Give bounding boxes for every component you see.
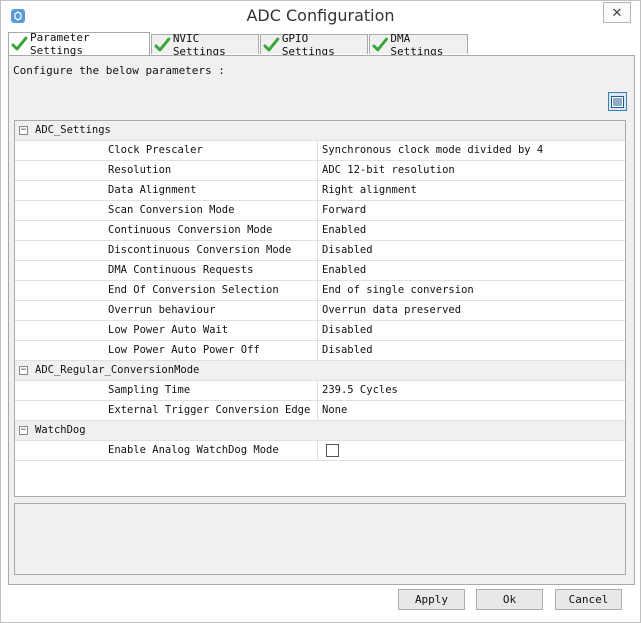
title-bar[interactable]: ADC Configuration ✕ (1, 1, 640, 32)
group-row-watchdog[interactable]: − WatchDog (15, 421, 625, 441)
param-row-enable-analog-watchdog-mode[interactable]: Enable Analog WatchDog Mode (15, 441, 625, 461)
param-name: Clock Prescaler (108, 144, 203, 156)
tab-label: Parameter Settings (29, 31, 90, 57)
param-name: Continuous Conversion Mode (108, 224, 273, 236)
param-row-discontinuous-conversion-mode[interactable]: Discontinuous Conversion Mode Disabled (15, 241, 625, 261)
apply-button[interactable]: Apply (398, 589, 465, 610)
cancel-button[interactable]: Cancel (555, 589, 622, 610)
param-row-sampling-time[interactable]: Sampling Time 239.5 Cycles (15, 381, 625, 401)
param-value[interactable]: Disabled (322, 244, 373, 256)
parameter-description-box (14, 503, 626, 575)
param-value[interactable]: Enabled (322, 224, 366, 236)
tab-label: DMA Settings (390, 31, 444, 58)
group-row-adc-settings[interactable]: − ADC_Settings (15, 121, 625, 141)
check-icon (372, 37, 388, 51)
param-row-end-of-conversion-selection[interactable]: End Of Conversion Selection End of singl… (15, 281, 625, 301)
collapse-icon[interactable]: − (19, 126, 28, 135)
param-value[interactable]: Disabled (322, 324, 373, 336)
tab-label: NVIC Settings (172, 31, 226, 58)
check-icon (154, 37, 171, 51)
group-label: ADC_Settings (35, 124, 111, 136)
tab-strip: Parameter Settings NVIC Settings GPIO Se… (8, 31, 608, 58)
param-row-continuous-conversion-mode[interactable]: Continuous Conversion Mode Enabled (15, 221, 625, 241)
param-value[interactable]: Enabled (322, 264, 366, 276)
param-name: Enable Analog WatchDog Mode (108, 444, 279, 456)
param-value[interactable]: Forward (322, 204, 366, 216)
param-name: Resolution (108, 164, 172, 176)
watchdog-mode-checkbox[interactable] (326, 444, 339, 457)
param-value[interactable]: None (322, 404, 347, 416)
ok-button[interactable]: Ok (476, 589, 543, 610)
collapse-icon[interactable]: − (19, 366, 28, 375)
check-icon (263, 37, 280, 51)
param-row-overrun-behaviour[interactable]: Overrun behaviour Overrun data preserved (15, 301, 625, 321)
param-value[interactable]: Synchronous clock mode divided by 4 (322, 144, 543, 156)
param-value[interactable]: Disabled (322, 344, 373, 356)
adc-configuration-dialog: ADC Configuration ✕ Parameter Settings N… (0, 0, 641, 623)
param-row-clock-prescaler[interactable]: Clock Prescaler Synchronous clock mode d… (15, 141, 625, 161)
param-row-resolution[interactable]: Resolution ADC 12-bit resolution (15, 161, 625, 181)
window-title: ADC Configuration (246, 6, 395, 25)
collapse-icon[interactable]: − (19, 426, 28, 435)
list-view-icon (611, 95, 624, 108)
parameter-settings-panel: Configure the below parameters : − ADC_S… (8, 55, 635, 585)
param-name: Data Alignment (108, 184, 197, 196)
param-row-data-alignment[interactable]: Data Alignment Right alignment (15, 181, 625, 201)
tab-dma-settings[interactable]: DMA Settings (369, 32, 468, 58)
panel-caption: Configure the below parameters : (13, 64, 225, 77)
param-row-low-power-auto-wait[interactable]: Low Power Auto Wait Disabled (15, 321, 625, 341)
tab-gpio-settings[interactable]: GPIO Settings (260, 32, 368, 58)
param-value[interactable]: Right alignment (322, 184, 417, 196)
param-name: Overrun behaviour (108, 304, 216, 316)
parameter-grid: − ADC_Settings Clock Prescaler Synchrono… (14, 120, 626, 497)
param-value[interactable]: End of single conversion (322, 284, 474, 296)
param-value[interactable]: 239.5 Cycles (322, 384, 398, 396)
close-icon: ✕ (611, 4, 623, 20)
list-view-button[interactable] (608, 92, 627, 111)
group-row-adc-regular-conversionmode[interactable]: − ADC_Regular_ConversionMode (15, 361, 625, 381)
param-value[interactable]: ADC 12-bit resolution (322, 164, 455, 176)
group-label: WatchDog (35, 424, 86, 436)
param-value[interactable]: Overrun data preserved (322, 304, 461, 316)
param-name: Sampling Time (108, 384, 191, 396)
param-name: Discontinuous Conversion Mode (108, 244, 292, 256)
close-button[interactable]: ✕ (603, 2, 631, 23)
param-row-low-power-auto-power-off[interactable]: Low Power Auto Power Off Disabled (15, 341, 625, 361)
tab-parameter-settings[interactable]: Parameter Settings (8, 31, 150, 57)
param-name: Low Power Auto Power Off (108, 344, 260, 356)
tab-nvic-settings[interactable]: NVIC Settings (151, 32, 259, 58)
check-icon (11, 36, 28, 51)
param-row-dma-continuous-requests[interactable]: DMA Continuous Requests Enabled (15, 261, 625, 281)
group-label: ADC_Regular_ConversionMode (35, 364, 200, 376)
param-name: External Trigger Conversion Edge (108, 404, 311, 416)
tab-label: GPIO Settings (281, 31, 335, 58)
param-row-scan-conversion-mode[interactable]: Scan Conversion Mode Forward (15, 201, 625, 221)
param-name: End Of Conversion Selection (108, 284, 279, 296)
param-name: Scan Conversion Mode (108, 204, 235, 216)
param-name: DMA Continuous Requests (108, 264, 254, 276)
param-row-external-trigger-conversion-edge[interactable]: External Trigger Conversion Edge None (15, 401, 625, 421)
param-name: Low Power Auto Wait (108, 324, 229, 336)
